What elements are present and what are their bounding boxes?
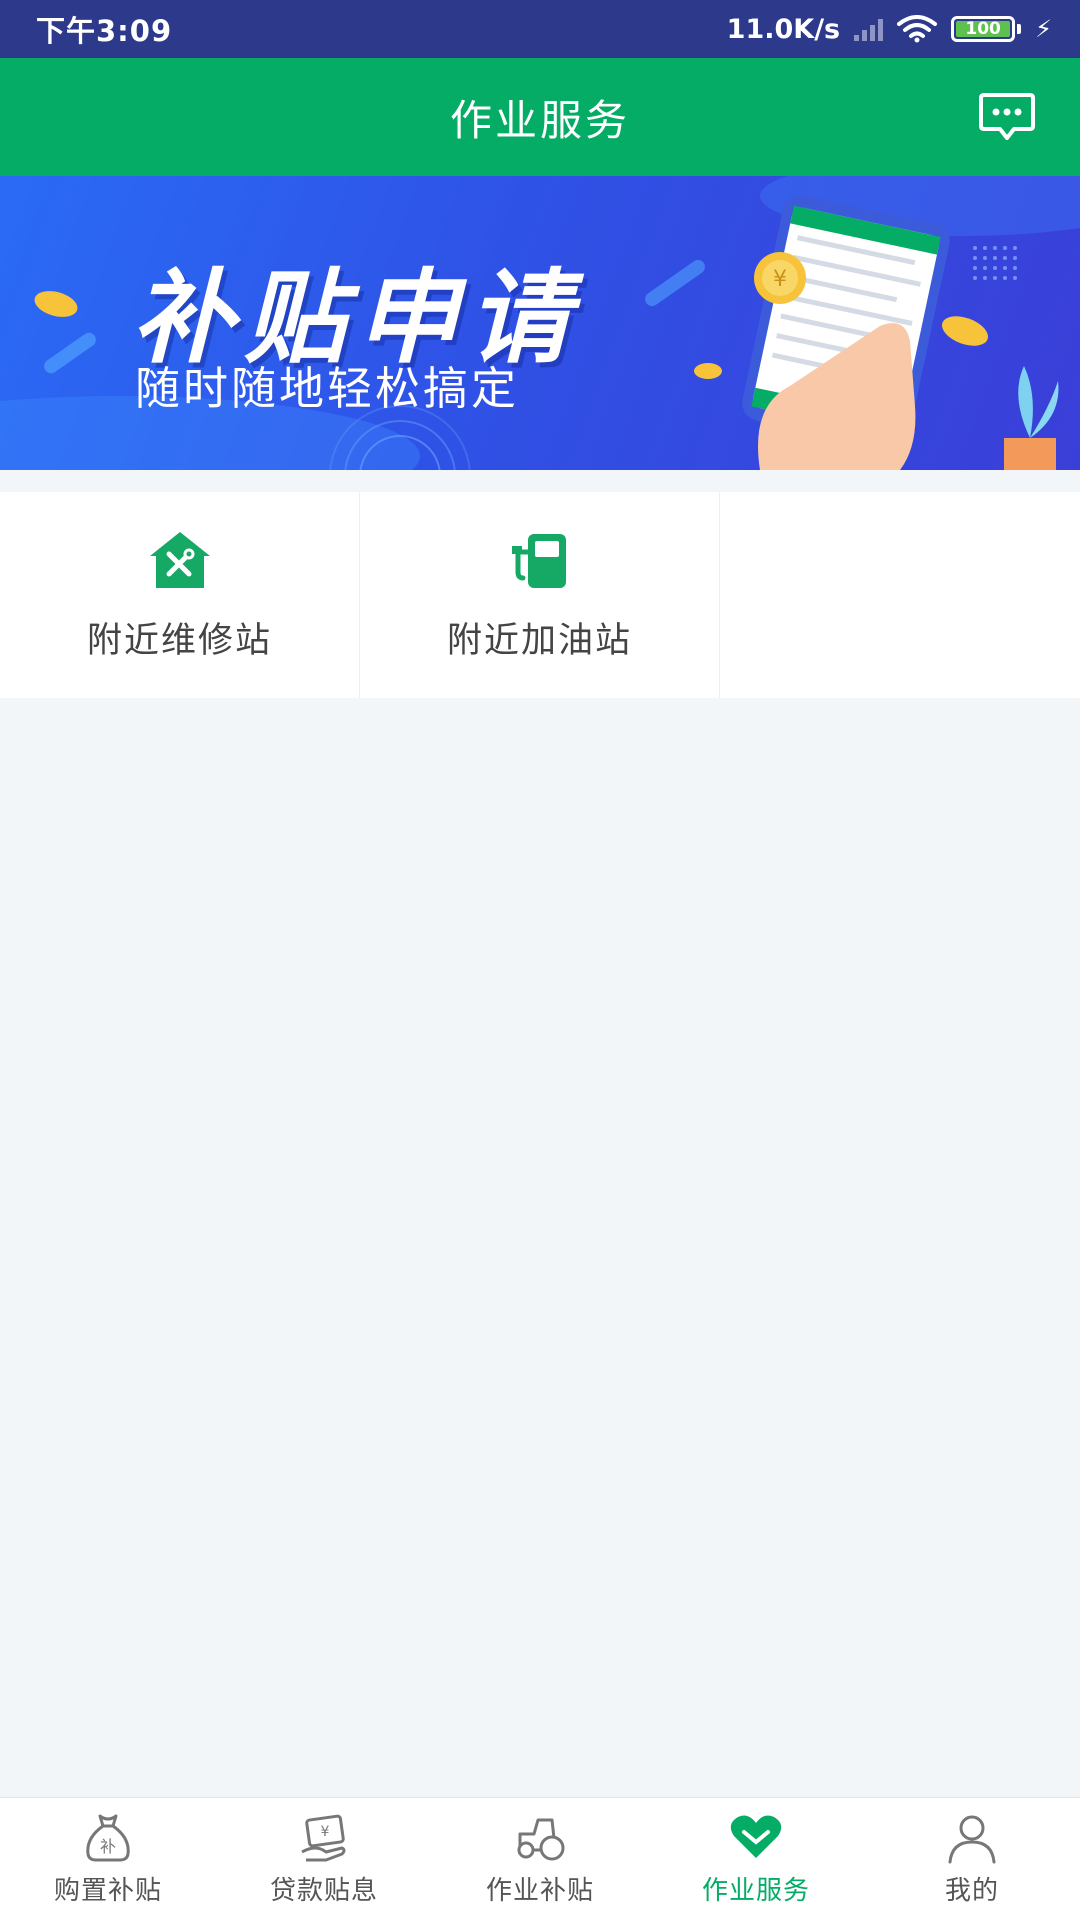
svg-text:¥: ¥ [321, 1824, 330, 1840]
service-label: 附近维修站 [86, 621, 272, 661]
battery-tip [1017, 24, 1022, 34]
service-grid: 附近维修站 附近加油站 [0, 492, 1080, 698]
status-indicators: 11.0K/s 100 ⚡ [727, 14, 1052, 45]
svg-text:¥: ¥ [773, 267, 787, 292]
nav-item-work-service[interactable]: 作业服务 [648, 1798, 864, 1920]
nav-item-mine[interactable]: 我的 [864, 1798, 1080, 1920]
nav-item-purchase-subsidy[interactable]: 补 购置补贴 [0, 1798, 216, 1920]
app-header: 作业服务 [0, 58, 1080, 176]
promo-banner[interactable]: ¥ 补贴申请 随时随地轻松搞定 [0, 176, 1080, 470]
gas-station-icon [511, 534, 566, 588]
message-icon[interactable] [978, 92, 1036, 142]
bottom-nav: 补 购置补贴 ¥ 贷款贴息 作业补贴 作业服务 我的 [0, 1797, 1080, 1920]
nav-item-work-subsidy[interactable]: 作业补贴 [432, 1798, 648, 1920]
charging-bolt-icon: ⚡ [1035, 15, 1052, 43]
nav-label: 购置补贴 [53, 1876, 162, 1906]
repair-station-icon [149, 532, 210, 588]
service-label: 附近加油站 [446, 621, 632, 661]
banner-subtitle: 随时随地轻松搞定 [135, 362, 520, 415]
subsidy-bag-icon: 补 [86, 1814, 130, 1862]
nav-label: 作业服务 [701, 1876, 810, 1906]
user-icon [948, 1815, 996, 1864]
battery-level: 100 [965, 19, 1001, 39]
nav-item-loan-interest[interactable]: ¥ 贷款贴息 [216, 1798, 432, 1920]
service-nearby-repair[interactable]: 附近维修站 [0, 492, 360, 698]
status-bar: 下午3:09 11.0K/s 100 ⚡ [0, 0, 1080, 58]
status-time: 下午3:09 [36, 14, 173, 48]
service-nearby-gas[interactable]: 附近加油站 [360, 492, 720, 698]
network-speed: 11.0K/s [726, 13, 841, 45]
loan-icon: ¥ [301, 1814, 346, 1862]
nav-label: 贷款贴息 [269, 1876, 378, 1906]
svg-text:补: 补 [100, 1837, 116, 1856]
battery-icon: 100 [951, 16, 1016, 42]
heart-icon [730, 1815, 782, 1858]
nav-label: 作业补贴 [485, 1876, 594, 1906]
wifi-icon [897, 15, 938, 43]
page-title: 作业服务 [449, 95, 630, 145]
nav-label: 我的 [944, 1876, 999, 1906]
service-empty-cell [720, 492, 1080, 698]
signal-icon [854, 17, 884, 41]
tractor-icon [517, 1818, 565, 1861]
